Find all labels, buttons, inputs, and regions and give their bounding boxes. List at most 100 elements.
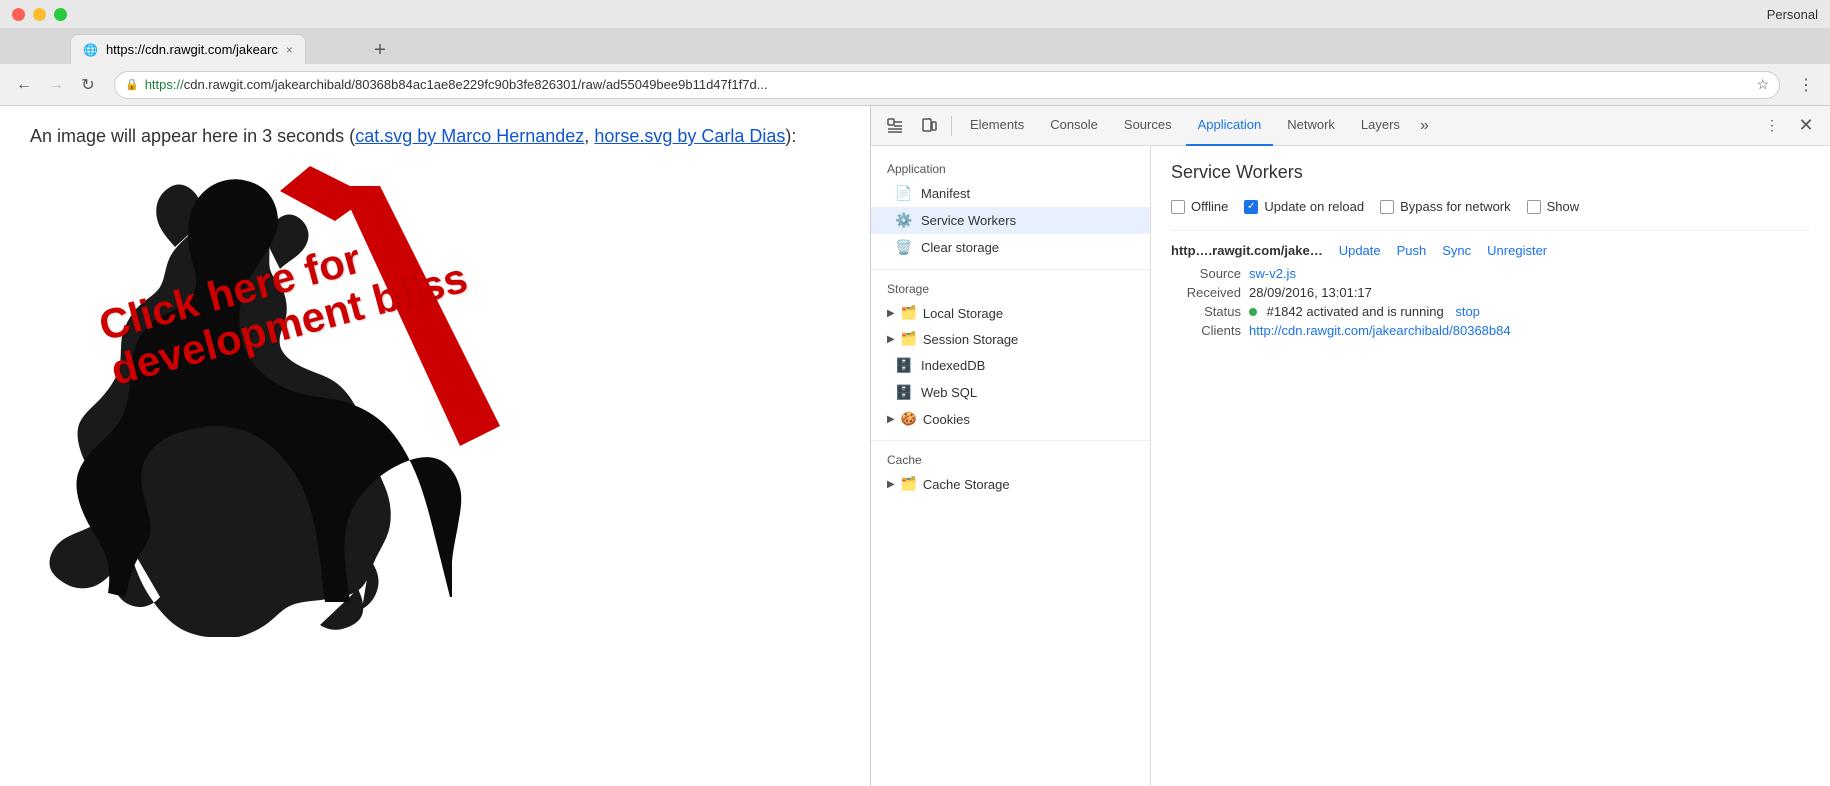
sidebar-item-manifest[interactable]: 📄 Manifest <box>871 180 1150 207</box>
indexeddb-label: IndexedDB <box>921 358 985 373</box>
show-checkbox-item[interactable]: Show <box>1527 199 1580 214</box>
cache-storage-label: Cache Storage <box>923 477 1010 492</box>
status-value: #1842 activated and is running stop <box>1249 304 1480 319</box>
menu-button[interactable]: ⋮ <box>1792 71 1820 99</box>
sidebar-item-web-sql[interactable]: 🗄️ Web SQL <box>871 379 1150 406</box>
sidebar-item-clear-storage[interactable]: 🗑️ Clear storage <box>871 234 1150 261</box>
indexeddb-icon: 🗄️ <box>895 357 911 374</box>
browser-window: Personal 🌐 https://cdn.rawgit.com/jakear… <box>0 0 1830 786</box>
expand-arrow-cookies: ▶ <box>887 414 895 425</box>
manifest-label: Manifest <box>921 186 970 201</box>
horse-image <box>30 167 840 672</box>
status-dot <box>1249 308 1257 316</box>
tab-console[interactable]: Console <box>1038 106 1110 146</box>
minimize-button[interactable] <box>33 8 46 21</box>
update-on-reload-label: Update on reload <box>1264 199 1364 214</box>
cookies-label: Cookies <box>923 412 970 427</box>
application-section-label: Application <box>871 154 1150 180</box>
lock-icon: 🔒 <box>125 78 139 91</box>
cat-link[interactable]: cat.svg by Marco Hernandez <box>355 126 584 146</box>
source-link[interactable]: sw-v2.js <box>1249 266 1296 281</box>
show-label: Show <box>1547 199 1580 214</box>
active-tab[interactable]: 🌐 https://cdn.rawgit.com/jakearc × <box>70 34 306 64</box>
sidebar-item-service-workers[interactable]: ⚙️ Service Workers <box>871 207 1150 234</box>
cookies-icon: 🍪 <box>901 411 917 427</box>
sw-url-row: http….rawgit.com/jake… Update Push Sync … <box>1171 243 1810 258</box>
clients-link[interactable]: http://cdn.rawgit.com/jakearchibald/8036… <box>1249 323 1511 338</box>
tab-sources[interactable]: Sources <box>1112 106 1184 146</box>
service-workers-label: Service Workers <box>921 213 1016 228</box>
devtools-body: Application 📄 Manifest ⚙️ Service Worker… <box>871 146 1830 786</box>
offline-checkbox[interactable] <box>1171 200 1185 214</box>
web-sql-icon: 🗄️ <box>895 384 911 401</box>
tab-elements[interactable]: Elements <box>958 106 1036 146</box>
settings-button[interactable]: ⋮ <box>1756 110 1788 142</box>
stop-link[interactable]: stop <box>1455 304 1480 319</box>
manifest-icon: 📄 <box>895 185 911 202</box>
device-toolbar-button[interactable] <box>913 110 945 142</box>
unregister-link[interactable]: Unregister <box>1487 243 1547 258</box>
source-row: Source sw-v2.js <box>1171 266 1810 281</box>
suffix: ): <box>785 126 796 146</box>
update-link[interactable]: Update <box>1339 243 1381 258</box>
new-tab-button[interactable]: + <box>366 36 394 64</box>
tab-close-button[interactable]: × <box>286 43 293 57</box>
url-rest: cdn.rawgit.com/jakearchibald/80368b84ac1… <box>184 77 768 92</box>
show-checkbox[interactable] <box>1527 200 1541 214</box>
sw-url: http….rawgit.com/jake… <box>1171 243 1323 258</box>
storage-section: Storage ▶ 🗂️ Local Storage ▶ 🗂️ Session … <box>871 269 1150 432</box>
tab-layers[interactable]: Layers <box>1349 106 1412 146</box>
bypass-network-checkbox[interactable] <box>1380 200 1394 214</box>
sidebar-item-cache-storage[interactable]: ▶ 🗂️ Cache Storage <box>871 471 1150 497</box>
page-text-main: An image will appear here in 3 seconds ( <box>30 126 355 146</box>
reload-button[interactable]: ↻ <box>74 71 102 99</box>
push-link[interactable]: Push <box>1397 243 1427 258</box>
clear-storage-icon: 🗑️ <box>895 239 911 256</box>
session-storage-icon: 🗂️ <box>901 331 917 347</box>
inspect-button[interactable] <box>879 110 911 142</box>
horse-svg <box>30 167 570 667</box>
close-devtools-button[interactable]: ✕ <box>1790 110 1822 142</box>
tab-application[interactable]: Application <box>1186 106 1274 146</box>
status-row: Status #1842 activated and is running st… <box>1171 304 1810 319</box>
cache-section: Cache ▶ 🗂️ Cache Storage <box>871 440 1150 497</box>
address-bar[interactable]: 🔒 https://cdn.rawgit.com/jakearchibald/8… <box>114 71 1780 99</box>
web-sql-label: Web SQL <box>921 385 977 400</box>
main-content: An image will appear here in 3 seconds (… <box>0 106 1830 786</box>
checkbox-row: Offline ✓ Update on reload Bypass for ne… <box>1171 199 1810 214</box>
close-button[interactable] <box>12 8 25 21</box>
update-on-reload-checkbox-item[interactable]: ✓ Update on reload <box>1244 199 1364 214</box>
tab-icon: 🌐 <box>83 43 98 57</box>
sidebar-item-cookies[interactable]: ▶ 🍪 Cookies <box>871 406 1150 432</box>
back-button[interactable]: ← <box>10 71 38 99</box>
cache-storage-icon: 🗂️ <box>901 476 917 492</box>
comma: , <box>584 126 594 146</box>
address-text: https://cdn.rawgit.com/jakearchibald/803… <box>145 77 1751 92</box>
offline-checkbox-item[interactable]: Offline <box>1171 199 1228 214</box>
clear-storage-label: Clear storage <box>921 240 999 255</box>
sync-link[interactable]: Sync <box>1442 243 1471 258</box>
tab-network[interactable]: Network <box>1275 106 1347 146</box>
tab-title: https://cdn.rawgit.com/jakearc <box>106 42 278 57</box>
update-on-reload-checkbox[interactable]: ✓ <box>1244 200 1258 214</box>
storage-section-label: Storage <box>871 274 1150 300</box>
sidebar-item-session-storage[interactable]: ▶ 🗂️ Session Storage <box>871 326 1150 352</box>
local-storage-icon: 🗂️ <box>901 305 917 321</box>
clients-label: Clients <box>1171 323 1241 338</box>
cache-section-label: Cache <box>871 445 1150 471</box>
bypass-network-checkbox-item[interactable]: Bypass for network <box>1380 199 1511 214</box>
page-text: An image will appear here in 3 seconds (… <box>30 126 840 147</box>
devtools-tabs: Elements Console Sources Application Net… <box>871 106 1830 146</box>
maximize-button[interactable] <box>54 8 67 21</box>
expand-arrow: ▶ <box>887 308 895 319</box>
received-value: 28/09/2016, 13:01:17 <box>1249 285 1372 300</box>
service-workers-icon: ⚙️ <box>895 212 911 229</box>
horse-link[interactable]: horse.svg by Carla Dias <box>594 126 785 146</box>
bookmark-icon[interactable]: ☆ <box>1756 76 1769 93</box>
expand-arrow-cache: ▶ <box>887 479 895 490</box>
forward-button[interactable]: → <box>42 71 70 99</box>
sidebar-item-local-storage[interactable]: ▶ 🗂️ Local Storage <box>871 300 1150 326</box>
more-tabs-button[interactable]: » <box>1414 117 1435 135</box>
source-label: Source <box>1171 266 1241 281</box>
sidebar-item-indexeddb[interactable]: 🗄️ IndexedDB <box>871 352 1150 379</box>
